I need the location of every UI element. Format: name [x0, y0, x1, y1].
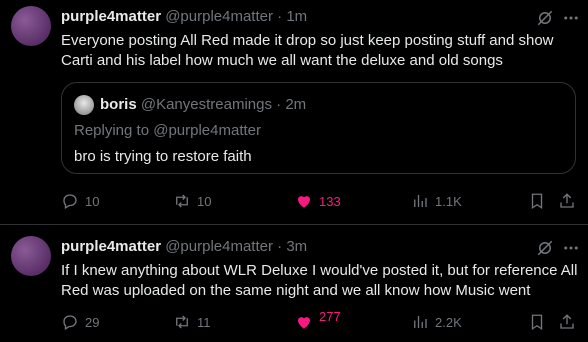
- retweet-icon: [176, 194, 188, 208]
- reply-icon: [63, 194, 77, 209]
- display-name[interactable]: boris: [100, 96, 137, 113]
- like-button[interactable]: 133: [295, 191, 341, 211]
- bookmark-button[interactable]: [528, 191, 546, 211]
- avatar[interactable]: [11, 236, 51, 276]
- bookmark-icon: [531, 193, 543, 210]
- grok-icon[interactable]: [536, 239, 554, 257]
- like-button[interactable]: 277: [295, 308, 341, 332]
- tweet-text: If I knew anything about WLR Deluxe I wo…: [61, 262, 578, 299]
- quote-header: boris @Kanyestreamings · 2m: [100, 96, 306, 113]
- views-button[interactable]: 1.1K: [411, 191, 462, 211]
- timestamp[interactable]: · 1m: [277, 8, 307, 25]
- views-button[interactable]: 2.2K: [411, 312, 462, 332]
- quoted-tweet[interactable]: boris @Kanyestreamings · 2m Replying to …: [61, 82, 576, 174]
- retweet-count: 10: [197, 193, 212, 209]
- handle[interactable]: @purple4matter: [165, 8, 273, 25]
- views-icon: [414, 195, 427, 207]
- reply-icon: [63, 315, 77, 330]
- reply-button[interactable]: 10: [61, 191, 99, 211]
- retweet-icon: [176, 315, 188, 329]
- tweet[interactable]: purple4matter @purple4matter · 1m Everyo…: [0, 0, 588, 224]
- display-name[interactable]: purple4matter: [61, 8, 161, 25]
- retweet-button[interactable]: 11: [173, 312, 211, 332]
- tweet-text: Everyone posting All Red made it drop so…: [61, 32, 554, 69]
- views-icon: [414, 316, 427, 328]
- views-count: 2.2K: [435, 314, 462, 330]
- action-bar: 29 11 277 2.2K: [61, 308, 581, 332]
- avatar[interactable]: [74, 95, 94, 115]
- tweet[interactable]: purple4matter @purple4matter · 3m If I k…: [0, 224, 588, 342]
- reply-button[interactable]: 29: [61, 312, 99, 332]
- retweet-button[interactable]: 10: [173, 191, 211, 211]
- reply-count: 29: [85, 314, 100, 330]
- tweet-header: purple4matter @purple4matter · 3m: [61, 238, 307, 255]
- views-count: 1.1K: [435, 193, 462, 209]
- avatar[interactable]: [11, 6, 51, 46]
- bookmark-button[interactable]: [528, 312, 546, 332]
- display-name[interactable]: purple4matter: [61, 238, 161, 255]
- reply-count: 10: [85, 193, 100, 209]
- share-button[interactable]: [558, 191, 576, 211]
- like-count: 277: [319, 308, 341, 324]
- handle[interactable]: @Kanyestreamings: [141, 96, 272, 113]
- timestamp[interactable]: · 3m: [277, 238, 307, 255]
- more-icon[interactable]: [562, 9, 580, 27]
- timestamp[interactable]: · 2m: [276, 96, 306, 113]
- handle[interactable]: @purple4matter: [165, 238, 273, 255]
- replying-to[interactable]: Replying to @purple4matter: [74, 122, 261, 139]
- tweet-header: purple4matter @purple4matter · 1m: [61, 8, 307, 25]
- more-icon[interactable]: [562, 239, 580, 257]
- heart-icon: [298, 196, 310, 208]
- grok-icon[interactable]: [536, 9, 554, 27]
- like-count: 133: [319, 193, 341, 209]
- bookmark-icon: [531, 314, 543, 331]
- share-icon: [560, 193, 574, 208]
- share-icon: [560, 314, 574, 329]
- share-button[interactable]: [558, 312, 576, 332]
- heart-icon: [298, 317, 310, 329]
- action-bar: 10 10 133 1.1K: [61, 191, 581, 211]
- quote-text: bro is trying to restore faith: [74, 148, 252, 165]
- retweet-count: 11: [197, 314, 211, 330]
